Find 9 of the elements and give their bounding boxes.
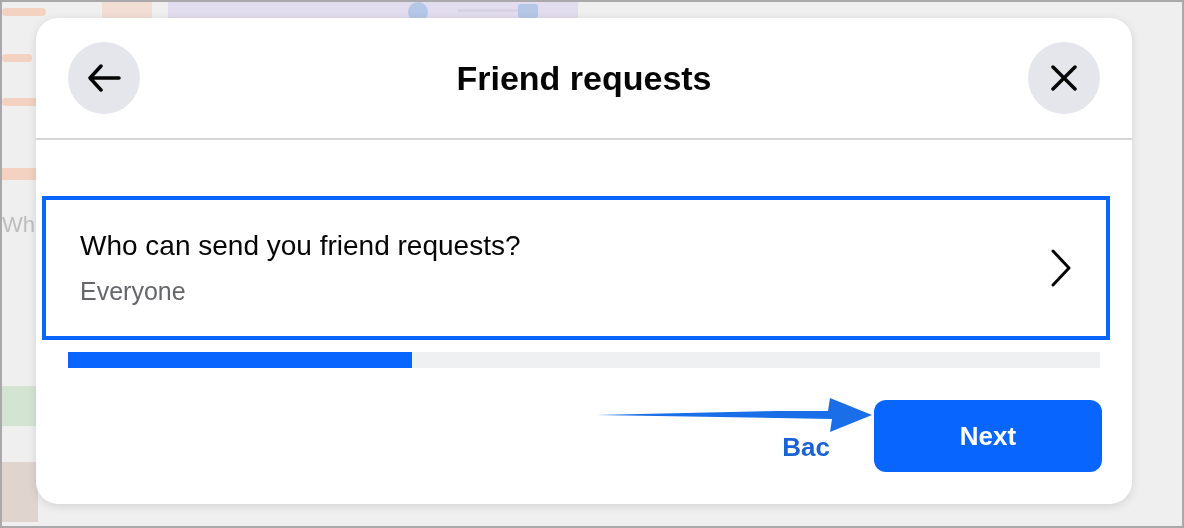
chevron-right-icon — [1050, 248, 1072, 288]
back-link[interactable]: Bac — [782, 434, 830, 460]
close-icon — [1051, 65, 1077, 91]
option-item[interactable]: Who can send you friend requests? Everyone — [42, 196, 1110, 340]
dialog-title: Friend requests — [456, 57, 712, 99]
next-button[interactable]: Next — [874, 400, 1102, 472]
option-value: Everyone — [80, 276, 187, 308]
back-arrow-icon — [87, 64, 121, 92]
option-title: Who can send you friend requests? — [80, 229, 521, 264]
